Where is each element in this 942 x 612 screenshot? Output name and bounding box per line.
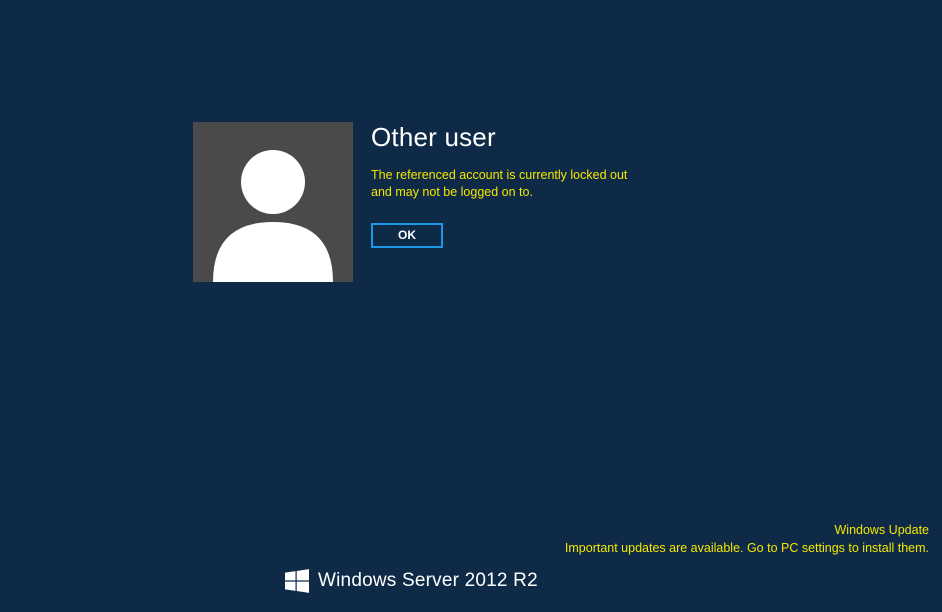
ok-button[interactable]: OK [371, 223, 443, 248]
update-notice-body: Important updates are available. Go to P… [565, 540, 929, 558]
login-text-column: Other user The referenced account is cur… [371, 122, 627, 248]
windows-update-notice: Windows Update Important updates are ava… [565, 522, 929, 557]
os-branding: Windows Server 2012 R2 [285, 569, 538, 593]
os-brand-text: Windows Server 2012 R2 [318, 570, 538, 592]
lockout-error-message: The referenced account is currently lock… [371, 167, 627, 201]
brand-suffix: R2 [513, 570, 538, 591]
update-notice-title: Windows Update [565, 522, 929, 540]
user-title: Other user [371, 122, 627, 153]
person-icon [193, 122, 353, 282]
login-area: Other user The referenced account is cur… [193, 122, 627, 282]
windows-logo-icon [285, 569, 309, 593]
user-avatar [193, 122, 353, 282]
brand-main: Windows Server [318, 570, 459, 591]
brand-year: 2012 [465, 570, 508, 591]
